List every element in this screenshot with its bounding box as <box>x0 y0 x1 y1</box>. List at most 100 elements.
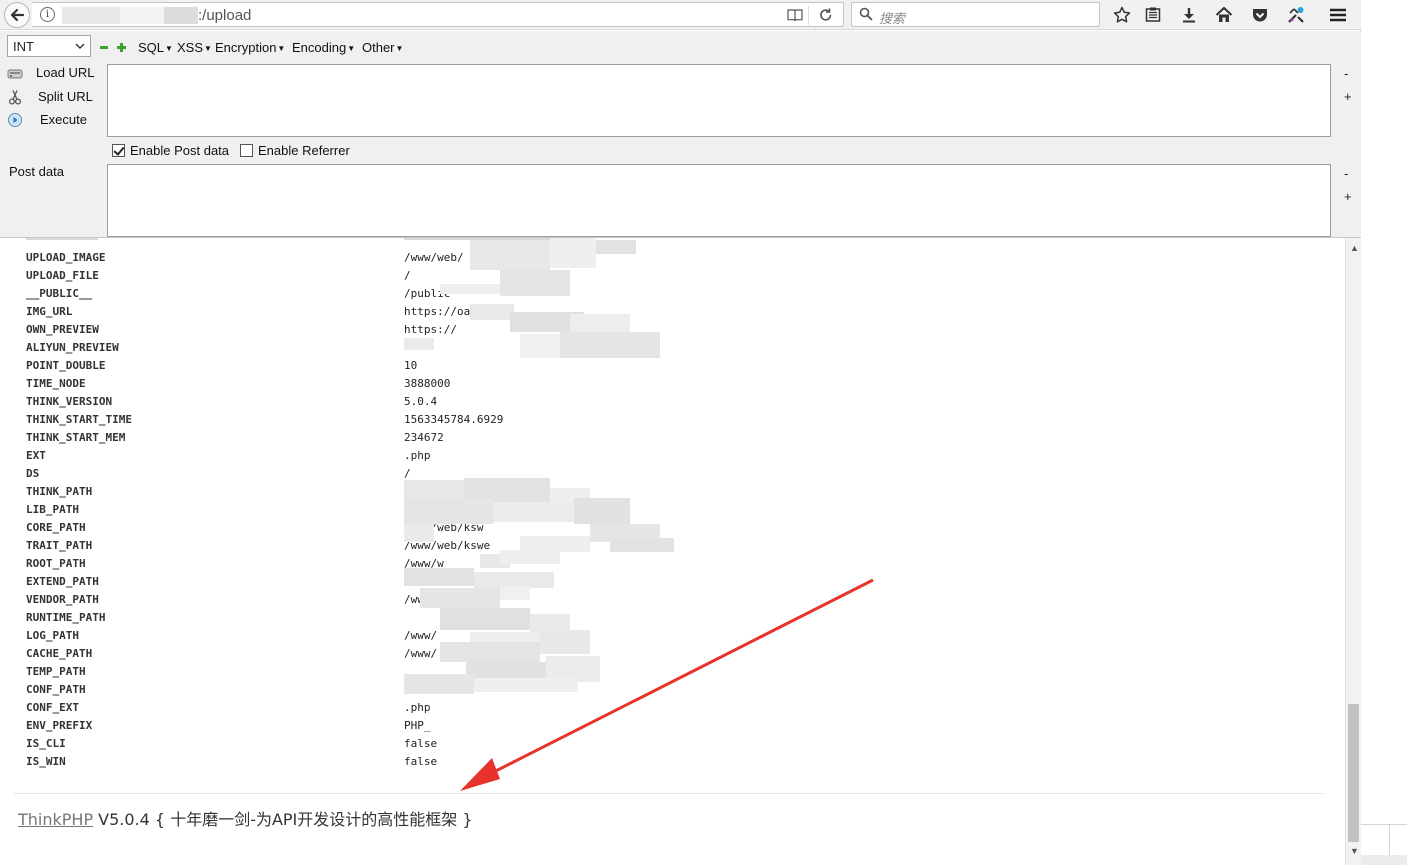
table-row: LIB_PATH <box>0 500 1345 518</box>
constant-name: OWN_PREVIEW <box>26 323 99 336</box>
constant-name: CACHE_PATH <box>26 647 93 660</box>
table-row: RUNTIME_PATH <box>0 608 1345 626</box>
back-arrow-icon <box>10 8 25 22</box>
table-row: EXTEND_PATH <box>0 572 1345 590</box>
constant-value: 234672 <box>404 431 444 444</box>
caret-down-icon: ▼ <box>204 44 212 53</box>
constant-name: CONF_EXT <box>26 701 79 714</box>
enable-post-checkbox[interactable] <box>112 144 125 157</box>
menu-encryption[interactable]: Encryption▼ <box>215 40 285 55</box>
reload-icon[interactable] <box>817 7 835 23</box>
footer-divider <box>14 793 1324 794</box>
constant-name: ALIYUN_PREVIEW <box>26 341 119 354</box>
back-button[interactable] <box>4 2 30 28</box>
constant-value: /www/ <box>404 647 438 660</box>
table-row: IS_CLI false <box>0 734 1345 752</box>
post-grow-button[interactable]: + <box>1344 189 1352 204</box>
enable-referrer-label[interactable]: Enable Referrer <box>258 143 350 158</box>
menu-hamburger-icon[interactable] <box>1328 5 1348 25</box>
caret-down-icon: ▼ <box>395 44 404 53</box>
constant-name: TIME_NODE <box>26 377 86 390</box>
url-redacted-block <box>62 7 120 24</box>
table-row: UPLOAD_IMAGE/www/web/ <box>0 248 1345 266</box>
reader-view-icon[interactable] <box>787 8 803 22</box>
table-row: ROOT_PATH/www/w <box>0 554 1345 572</box>
increase-icon-stem[interactable] <box>120 43 123 52</box>
type-select-value: INT <box>13 39 34 54</box>
chevron-down-icon <box>75 43 85 49</box>
url-grow-button[interactable]: + <box>1344 89 1352 104</box>
bookmarks-library-icon[interactable] <box>1143 5 1163 25</box>
split-url-button[interactable]: Split URL <box>0 86 106 108</box>
search-bar[interactable]: 搜索 <box>851 2 1100 27</box>
constant-name: UPLOAD_IMAGE <box>26 251 106 264</box>
hackbar-panel: INT SQL▼ XSS▼ Encryption▼ Encoding▼ Othe… <box>0 31 1361 238</box>
menu-xss[interactable]: XSS▼ <box>177 40 212 55</box>
constant-value: false <box>404 755 438 768</box>
constant-name: __PUBLIC__ <box>26 287 93 300</box>
constant-name: CONF_PATH <box>26 683 86 696</box>
caret-down-icon: ▼ <box>165 44 173 53</box>
constant-name: ROOT_PATH <box>26 557 86 570</box>
constant-name: CORE_PATH <box>26 521 86 534</box>
table-row: THINK_START_MEM 234672 <box>0 428 1345 446</box>
scrollbar-thumb[interactable] <box>1348 704 1359 842</box>
constant-value: 3888000 <box>404 377 451 390</box>
constant-value: 1563345784.6929 <box>404 413 504 426</box>
enable-post-label[interactable]: Enable Post data <box>130 143 229 158</box>
url-redacted-block <box>120 7 164 24</box>
constant-name: RUNTIME_PATH <box>26 611 106 624</box>
table-row: EXT .php <box>0 446 1345 464</box>
download-icon[interactable] <box>1179 5 1199 25</box>
url-textarea[interactable] <box>107 64 1331 137</box>
menu-other[interactable]: Other▼ <box>362 40 403 55</box>
thinkphp-link[interactable]: ThinkPHP <box>18 810 93 829</box>
menu-sql[interactable]: SQL▼ <box>138 40 173 55</box>
scissors-icon <box>8 90 22 105</box>
table-row: POINT_DOUBLE 10 <box>0 356 1345 374</box>
constant-value: .php <box>404 449 431 462</box>
decrease-icon[interactable] <box>100 46 108 49</box>
scroll-up-icon[interactable]: ▲ <box>1350 243 1359 253</box>
table-row: DS / <box>0 464 1345 482</box>
bookmark-star-icon[interactable] <box>1112 5 1132 25</box>
url-shrink-button[interactable]: - <box>1344 66 1348 81</box>
constant-name: DS <box>26 467 40 480</box>
table-row: CORE_PATH/www/web/ksw <box>0 518 1345 536</box>
constant-value: https:// <box>404 323 457 336</box>
post-shrink-button[interactable]: - <box>1344 166 1348 181</box>
url-text[interactable]: :/upload <box>198 7 251 24</box>
url-bar[interactable]: i :/upload <box>32 2 844 27</box>
table-row: CACHE_PATH/www/ <box>0 644 1345 662</box>
constant-name: LIB_PATH <box>26 503 79 516</box>
menu-encoding[interactable]: Encoding▼ <box>292 40 355 55</box>
type-select[interactable]: INT <box>7 35 91 57</box>
constant-value: /www/web/ <box>404 251 464 264</box>
post-data-label: Post data <box>9 164 64 179</box>
caret-down-icon: ▼ <box>347 44 356 53</box>
scroll-down-icon[interactable]: ▼ <box>1350 846 1359 856</box>
url-redacted-block <box>164 7 198 24</box>
page-scrollbar[interactable]: ▲ ▼ <box>1345 238 1361 865</box>
constant-value: PHP_ <box>404 719 431 732</box>
constant-name: LOG_PATH <box>26 629 79 642</box>
constant-name: IS_CLI <box>26 737 66 750</box>
search-placeholder: 搜索 <box>879 11 906 26</box>
home-icon[interactable] <box>1214 5 1234 25</box>
load-url-button[interactable]: Load URL <box>0 62 106 84</box>
post-data-textarea[interactable] <box>107 164 1331 237</box>
caret-down-icon: ▼ <box>277 44 286 53</box>
constant-name: EXT <box>26 449 46 462</box>
load-url-icon <box>7 69 23 79</box>
developer-tools-icon[interactable] <box>1286 5 1306 25</box>
pocket-icon[interactable] <box>1250 5 1270 25</box>
background-window <box>1361 0 1407 865</box>
table-row: UPLOAD_FILE / <box>0 266 1345 284</box>
browser-window: i :/upload 搜索 INT SQL▼ XSS▼ Encryption▼ … <box>0 0 1361 865</box>
table-row: __PUBLIC__/public <box>0 284 1345 302</box>
site-info-icon[interactable]: i <box>40 7 55 22</box>
constant-name: TRAIT_PATH <box>26 539 93 552</box>
execute-button[interactable]: Execute <box>0 109 106 131</box>
enable-referrer-checkbox[interactable] <box>240 144 253 157</box>
execute-icon <box>8 113 22 127</box>
